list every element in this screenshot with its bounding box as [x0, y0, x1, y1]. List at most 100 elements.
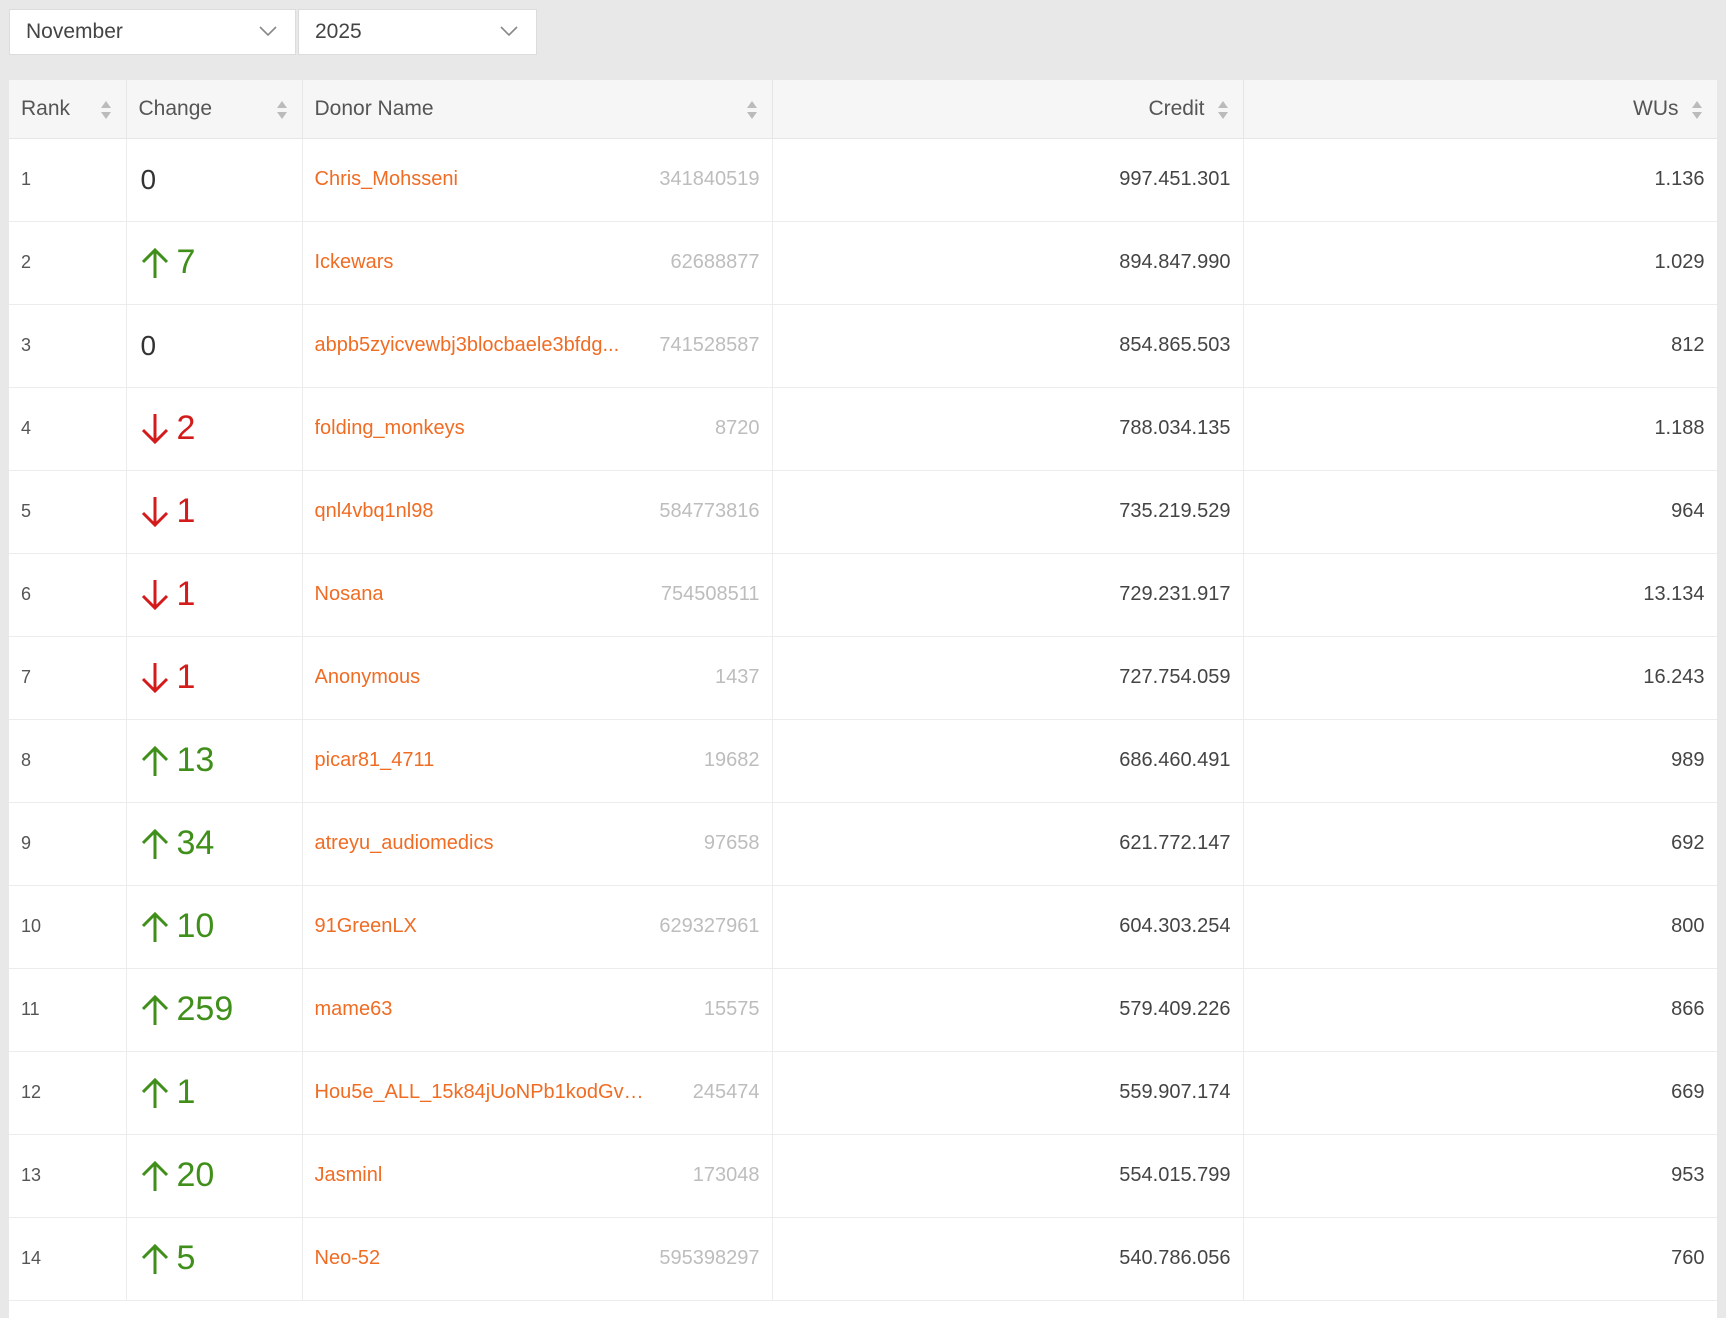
arrow-down-icon — [141, 579, 168, 610]
credit-cell: 997.451.301 — [772, 138, 1244, 222]
donor-name-link[interactable]: Nosana — [315, 583, 384, 606]
rank-change: 1 — [139, 492, 290, 531]
donor-name-link[interactable]: Neo-52 — [315, 1247, 381, 1270]
column-header-donor-name[interactable]: Donor Name — [302, 80, 773, 139]
rank-header-label: Rank — [21, 96, 71, 120]
donor-cell: mame63 15575 — [302, 968, 773, 1052]
arrow-up-icon — [141, 994, 168, 1025]
table-header-row: Rank Change Donor Name Credit WUs — [9, 80, 1717, 139]
change-cell: 2 — [126, 387, 303, 471]
wus-value: 1.029 — [1654, 251, 1705, 273]
wus-value: 1.188 — [1654, 417, 1705, 439]
donor-name-link[interactable]: abpb5zyicvewbj3blocbaele3bfdg... — [315, 334, 620, 357]
chevron-down-icon — [500, 26, 518, 37]
donor-name-link[interactable]: atreyu_audiomedics — [315, 832, 494, 855]
rank-cell: 8 — [9, 719, 127, 803]
credit-value: 686.460.491 — [1119, 749, 1231, 771]
rank-value: 14 — [21, 1248, 42, 1268]
table-row: 3 0 abpb5zyicvewbj3blocbaele3bfdg... 741528… — [9, 304, 1717, 388]
month-select-value: November — [26, 20, 123, 43]
table-row: 8 13 picar81_4711 19682 686.460.491 989 — [9, 719, 1717, 803]
wus-cell: 1.188 — [1243, 387, 1717, 471]
credit-cell: 894.847.990 — [772, 221, 1244, 305]
change-cell: 1 — [126, 636, 303, 720]
credit-value: 604.303.254 — [1119, 915, 1231, 937]
change-cell: 0 — [126, 138, 303, 222]
donor-name-link[interactable]: Jasminl — [315, 1164, 383, 1187]
column-header-rank[interactable]: Rank — [9, 80, 127, 139]
year-select[interactable]: 2025 — [298, 9, 537, 55]
credit-value: 554.015.799 — [1119, 1164, 1231, 1186]
rank-change: 0 — [139, 330, 290, 362]
donor-cell: Hou5e_ALL_15k84jUoNPb1kodGvYt... 245474 — [302, 1051, 773, 1135]
rank-change: 20 — [139, 1156, 290, 1195]
credit-value: 788.034.135 — [1119, 417, 1231, 439]
credit-cell: 735.219.529 — [772, 470, 1244, 554]
table-row: 4 2 folding_monkeys 8720 788.034.135 1.188 — [9, 387, 1717, 471]
column-header-credit[interactable]: Credit — [772, 80, 1244, 139]
rank-value: 9 — [21, 833, 32, 853]
donor-name-link[interactable]: mame63 — [315, 998, 393, 1021]
arrow-up-icon — [141, 1160, 168, 1191]
table-row: 11 259 mame63 15575 579.409.226 866 — [9, 968, 1717, 1052]
donor-cell: qnl4vbq1nl98 584773816 — [302, 470, 773, 554]
table-body: 1 0 Chris_Mohsseni 341840519 997.451.301 1.13… — [9, 138, 1717, 1301]
donor-id: 19682 — [703, 749, 760, 771]
donor-info: folding_monkeys 8720 — [315, 417, 760, 440]
credit-cell: 854.865.503 — [772, 304, 1244, 388]
wus-cell: 692 — [1243, 802, 1717, 886]
wus-cell: 1.136 — [1243, 138, 1717, 222]
wus-header-label: WUs — [1633, 96, 1679, 120]
donor-name-link[interactable]: Ickewars — [315, 251, 394, 274]
donor-cell: Anonymous 1437 — [302, 636, 773, 720]
arrow-up-icon — [141, 1243, 168, 1274]
donor-info: 91GreenLX 629327961 — [315, 915, 760, 938]
donor-name-link[interactable]: Hou5e_ALL_15k84jUoNPb1kodGvYt... — [315, 1081, 645, 1104]
change-value: 0 — [140, 163, 157, 195]
donor-id: 341840519 — [659, 168, 760, 190]
credit-cell: 604.303.254 — [772, 885, 1244, 969]
change-header-label: Change — [138, 96, 213, 120]
rank-change: 1 — [139, 575, 290, 614]
table-row: 10 10 91GreenLX 629327961 604.303.254 800 — [9, 885, 1717, 969]
donor-info: atreyu_audiomedics 97658 — [315, 832, 760, 855]
table-row: 1 0 Chris_Mohsseni 341840519 997.451.301 1.13… — [9, 138, 1717, 222]
wus-value: 760 — [1671, 1247, 1705, 1269]
credit-value: 729.231.917 — [1119, 583, 1231, 605]
rank-change: 7 — [139, 243, 290, 282]
change-cell: 7 — [126, 221, 303, 305]
rank-cell: 11 — [9, 968, 127, 1052]
rank-value: 13 — [21, 1165, 42, 1185]
donor-name-link[interactable]: Anonymous — [315, 666, 421, 689]
sort-icon — [1217, 101, 1228, 119]
table-row: 12 1 Hou5e_ALL_15k84jUoNPb1kodGvYt... 24547… — [9, 1051, 1717, 1135]
rank-cell: 6 — [9, 553, 127, 637]
arrow-down-icon — [141, 662, 168, 693]
change-value: 13 — [176, 741, 215, 779]
donor-name-link[interactable]: folding_monkeys — [315, 417, 465, 440]
credit-cell: 554.015.799 — [772, 1134, 1244, 1218]
donor-id: 629327961 — [659, 915, 760, 937]
donor-name-link[interactable]: qnl4vbq1nl98 — [315, 500, 434, 523]
change-value: 34 — [176, 824, 215, 862]
donor-name-link[interactable]: Chris_Mohsseni — [315, 168, 458, 191]
column-header-wus[interactable]: WUs — [1243, 80, 1717, 139]
donor-info: Neo-52 595398297 — [315, 1247, 760, 1270]
donor-name-link[interactable]: picar81_4711 — [315, 749, 435, 772]
month-select[interactable]: November — [9, 9, 296, 55]
column-header-change[interactable]: Change — [126, 80, 303, 139]
donor-cell: abpb5zyicvewbj3blocbaele3bfdg... 74152858… — [302, 304, 773, 388]
credit-cell: 579.409.226 — [772, 968, 1244, 1052]
donor-cell: picar81_4711 19682 — [302, 719, 773, 803]
wus-cell: 866 — [1243, 968, 1717, 1052]
table-row: 13 20 Jasminl 173048 554.015.799 953 — [9, 1134, 1717, 1218]
donor-id: 741528587 — [659, 334, 760, 356]
change-cell: 10 — [126, 885, 303, 969]
donor-name-link[interactable]: 91GreenLX — [315, 915, 417, 938]
rank-cell: 5 — [9, 470, 127, 554]
change-cell: 13 — [126, 719, 303, 803]
wus-value: 866 — [1671, 998, 1705, 1020]
credit-cell: 540.786.056 — [772, 1217, 1244, 1301]
sort-icon — [1691, 101, 1702, 119]
sort-icon — [746, 101, 757, 119]
